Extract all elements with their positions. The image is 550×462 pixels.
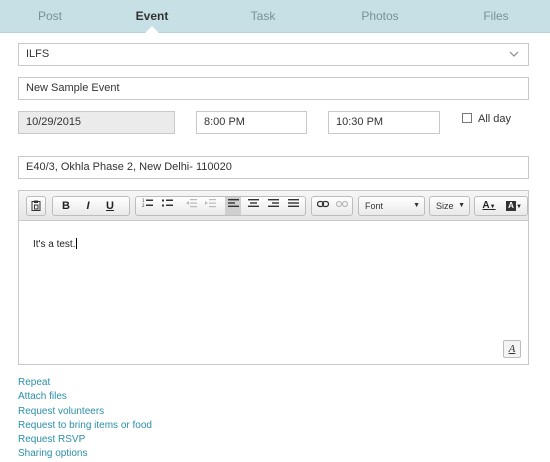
tab-task[interactable]: Task — [233, 0, 293, 33]
underline-button[interactable]: U — [102, 197, 118, 215]
font-dropdown-label: Font — [365, 201, 384, 211]
link-icon[interactable] — [315, 197, 331, 215]
paste-group — [26, 196, 46, 216]
italic-button[interactable]: I — [80, 197, 96, 215]
chevron-down-icon — [509, 51, 519, 57]
location-input[interactable]: E40/3, Okhla Phase 2, New Delhi- 110020 — [18, 156, 529, 179]
outdent-icon[interactable] — [183, 197, 199, 215]
font-dropdown-arrow-icon: ▼ — [413, 202, 420, 209]
group-select[interactable]: ILFS — [18, 43, 529, 66]
size-dropdown-arrow-icon: ▼ — [458, 202, 465, 209]
start-time-field[interactable]: 8:00 PM — [196, 111, 307, 134]
tab-files[interactable]: Files — [466, 0, 526, 33]
bold-button[interactable]: B — [58, 197, 74, 215]
request-volunteers-link[interactable]: Request volunteers — [18, 405, 152, 419]
link-group — [311, 196, 353, 216]
start-date-value: 10/29/2015 — [26, 116, 82, 128]
align-center-icon[interactable] — [245, 197, 261, 215]
text-style-group: B I U — [52, 196, 130, 216]
svg-text:2: 2 — [142, 203, 145, 208]
event-options-links: Repeat Attach files Request volunteers R… — [18, 376, 152, 462]
editor-toolbar: B I U 12 Font ▼ Size ▼ A▼ A ▼ — [19, 191, 528, 221]
request-rsvp-link[interactable]: Request RSVP — [18, 433, 152, 447]
text-color-label: A — [482, 200, 490, 211]
font-dropdown[interactable]: Font ▼ — [358, 196, 425, 216]
paragraph-group: 12 — [135, 196, 306, 216]
justify-icon[interactable] — [285, 197, 301, 215]
format-text-icon[interactable]: A — [503, 340, 521, 358]
align-left-icon[interactable] — [225, 197, 241, 215]
tab-photos[interactable]: Photos — [350, 0, 410, 33]
sharing-options-link[interactable]: Sharing options — [18, 447, 152, 461]
group-select-value: ILFS — [26, 48, 50, 60]
end-time-field[interactable]: 10:30 PM — [328, 111, 440, 134]
tab-bar: Post Event Task Photos Files — [0, 0, 550, 33]
all-day-option[interactable]: All day — [462, 113, 511, 125]
bullet-list-icon[interactable] — [159, 197, 175, 215]
active-tab-indicator — [145, 26, 159, 33]
bg-color-arrow-icon: ▼ — [516, 204, 522, 210]
size-dropdown[interactable]: Size ▼ — [429, 196, 470, 216]
event-title-value: New Sample Event — [26, 82, 120, 94]
size-dropdown-label: Size — [436, 201, 454, 211]
bg-color-label: A — [506, 201, 517, 211]
repeat-link[interactable]: Repeat — [18, 376, 152, 390]
start-date-field[interactable]: 10/29/2015 — [18, 111, 175, 134]
numbered-list-icon[interactable]: 12 — [139, 197, 155, 215]
text-color-arrow-icon: ▼ — [489, 204, 496, 210]
editor-text: It's a test. — [33, 239, 76, 250]
tab-post[interactable]: Post — [20, 0, 80, 33]
start-time-value: 8:00 PM — [204, 116, 245, 128]
description-editor[interactable]: B I U 12 Font ▼ Size ▼ A▼ A ▼ It's a tes… — [18, 190, 529, 365]
editor-content[interactable]: It's a test. — [33, 238, 78, 250]
align-right-icon[interactable] — [265, 197, 281, 215]
bg-color-button[interactable]: A ▼ — [503, 197, 525, 215]
text-cursor — [76, 238, 78, 249]
all-day-checkbox[interactable] — [462, 113, 472, 123]
event-title-input[interactable]: New Sample Event — [18, 77, 529, 100]
text-color-button[interactable]: A▼ — [478, 197, 500, 215]
color-group: A▼ A ▼ — [474, 196, 528, 216]
all-day-label: All day — [478, 113, 512, 125]
request-items-link[interactable]: Request to bring items or food — [18, 419, 152, 433]
unlink-icon[interactable] — [334, 197, 350, 215]
indent-icon[interactable] — [202, 197, 218, 215]
attach-files-link[interactable]: Attach files — [18, 390, 152, 404]
paste-icon[interactable] — [28, 197, 44, 215]
location-value: E40/3, Okhla Phase 2, New Delhi- 110020 — [26, 161, 232, 173]
end-time-value: 10:30 PM — [336, 116, 384, 128]
